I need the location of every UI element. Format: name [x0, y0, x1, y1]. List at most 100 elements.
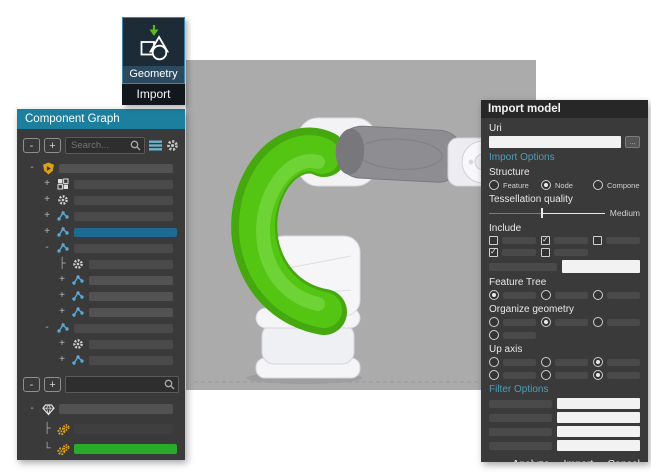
include-dropdown[interactable] [562, 260, 640, 273]
browse-button[interactable]: ... [625, 136, 640, 148]
checkbox[interactable] [593, 236, 602, 245]
tree-row[interactable]: - [23, 160, 179, 176]
radio-option[interactable]: Node [541, 180, 588, 190]
checkbox[interactable] [541, 248, 550, 257]
radio-button-selected[interactable] [489, 290, 499, 300]
radio-option[interactable] [541, 290, 588, 300]
tree-row[interactable]: + [23, 304, 179, 320]
radio-option[interactable] [541, 317, 588, 327]
tree-row[interactable]: + [23, 208, 179, 224]
tree-row[interactable]: - [23, 320, 179, 336]
checkbox[interactable] [489, 236, 498, 245]
radio-button[interactable] [541, 357, 551, 367]
expand-toggle[interactable]: + [42, 211, 52, 221]
radio-option[interactable] [489, 290, 536, 300]
radio-button[interactable] [541, 290, 551, 300]
tree-row[interactable]: + [23, 288, 179, 304]
radio-button[interactable] [489, 317, 499, 327]
structure-options: Feature Node Component [489, 180, 640, 190]
tree-row[interactable]: + [23, 352, 179, 368]
list-view-icon[interactable] [149, 140, 162, 151]
tree-row[interactable]: ├ [23, 256, 179, 272]
import-options-section-label[interactable]: Import Options [489, 152, 640, 163]
tree-row[interactable]: ├ [23, 419, 179, 439]
radio-button[interactable] [489, 370, 499, 380]
settings-gear-icon[interactable] [166, 139, 179, 152]
radio-option[interactable] [593, 317, 640, 327]
cancel-button[interactable]: Cancel [607, 458, 640, 462]
checkbox-option[interactable] [593, 236, 640, 245]
radio-option[interactable] [541, 370, 588, 380]
expand-toggle[interactable]: + [57, 291, 67, 301]
search-input-2[interactable] [71, 379, 161, 390]
expand-toggle[interactable]: + [42, 179, 52, 189]
radio-option[interactable] [593, 290, 640, 300]
tree-row[interactable]: + [23, 336, 179, 352]
radio-option[interactable]: Feature [489, 180, 536, 190]
checkbox-selected[interactable] [489, 248, 498, 257]
collapse-all-button-2[interactable]: - [23, 377, 40, 392]
filter-input[interactable] [557, 426, 640, 437]
search-box-2[interactable] [65, 376, 179, 393]
radio-option[interactable] [489, 317, 536, 327]
collapse-toggle[interactable]: - [42, 323, 52, 333]
filter-input[interactable] [557, 398, 640, 409]
expand-toggle[interactable]: + [57, 339, 67, 349]
expand-all-button[interactable]: + [44, 138, 61, 153]
radio-button-selected[interactable] [541, 180, 551, 190]
checkbox-option[interactable] [489, 248, 536, 257]
tree-row[interactable]: - [23, 399, 179, 419]
tree-row[interactable]: + [23, 192, 179, 208]
radio-option[interactable] [593, 357, 640, 367]
radio-option[interactable] [593, 370, 640, 380]
expand-toggle[interactable]: + [57, 275, 67, 285]
tree-row[interactable]: + [23, 224, 179, 240]
expand-all-button-2[interactable]: + [44, 377, 61, 392]
radio-option[interactable] [541, 357, 588, 367]
search-box[interactable] [65, 137, 145, 154]
analyze-button[interactable]: Analyze [512, 458, 549, 462]
geometry-import-button[interactable]: Geometry [122, 17, 185, 84]
uri-input[interactable] [489, 136, 621, 148]
tree-row[interactable]: + [23, 272, 179, 288]
filter-options-section-label[interactable]: Filter Options [489, 384, 640, 395]
radio-button[interactable] [489, 330, 499, 340]
radio-button[interactable] [593, 317, 603, 327]
collapse-toggle[interactable]: - [27, 404, 37, 414]
tree-row[interactable]: └ [23, 439, 179, 459]
robot-forearm[interactable] [335, 125, 466, 184]
slider-track[interactable] [489, 208, 605, 218]
radio-button-selected[interactable] [541, 317, 551, 327]
radio-button[interactable] [593, 180, 603, 190]
radio-button[interactable] [593, 290, 603, 300]
expand-toggle[interactable]: + [42, 227, 52, 237]
filter-input[interactable] [557, 412, 640, 423]
radio-button[interactable] [489, 357, 499, 367]
tree-row[interactable]: + [23, 176, 179, 192]
expand-toggle[interactable]: + [57, 307, 67, 317]
collapse-toggle[interactable]: - [42, 243, 52, 253]
radio-option[interactable] [489, 357, 536, 367]
tessellation-slider[interactable]: Medium [489, 207, 640, 219]
radio-button-selected[interactable] [593, 357, 603, 367]
checkbox-selected[interactable] [541, 236, 550, 245]
checkbox-option[interactable] [541, 236, 588, 245]
radio-option[interactable] [489, 370, 536, 380]
radio-option[interactable]: Component [593, 180, 640, 190]
checkbox-option[interactable] [489, 236, 536, 245]
node-icon [72, 274, 84, 286]
collapse-all-button[interactable]: - [23, 138, 40, 153]
radio-button[interactable] [489, 180, 499, 190]
radio-button-selected[interactable] [593, 370, 603, 380]
filter-input[interactable] [557, 440, 640, 451]
checkbox-option[interactable] [541, 248, 588, 257]
expand-toggle[interactable]: + [57, 355, 67, 365]
collapse-toggle[interactable]: - [27, 163, 37, 173]
search-input[interactable] [71, 140, 127, 151]
import-button[interactable]: Import [564, 458, 594, 462]
expand-toggle[interactable]: + [42, 195, 52, 205]
radio-button[interactable] [541, 370, 551, 380]
radio-option[interactable] [489, 330, 536, 340]
tree-row[interactable]: - [23, 240, 179, 256]
include-label: Include [489, 223, 640, 234]
